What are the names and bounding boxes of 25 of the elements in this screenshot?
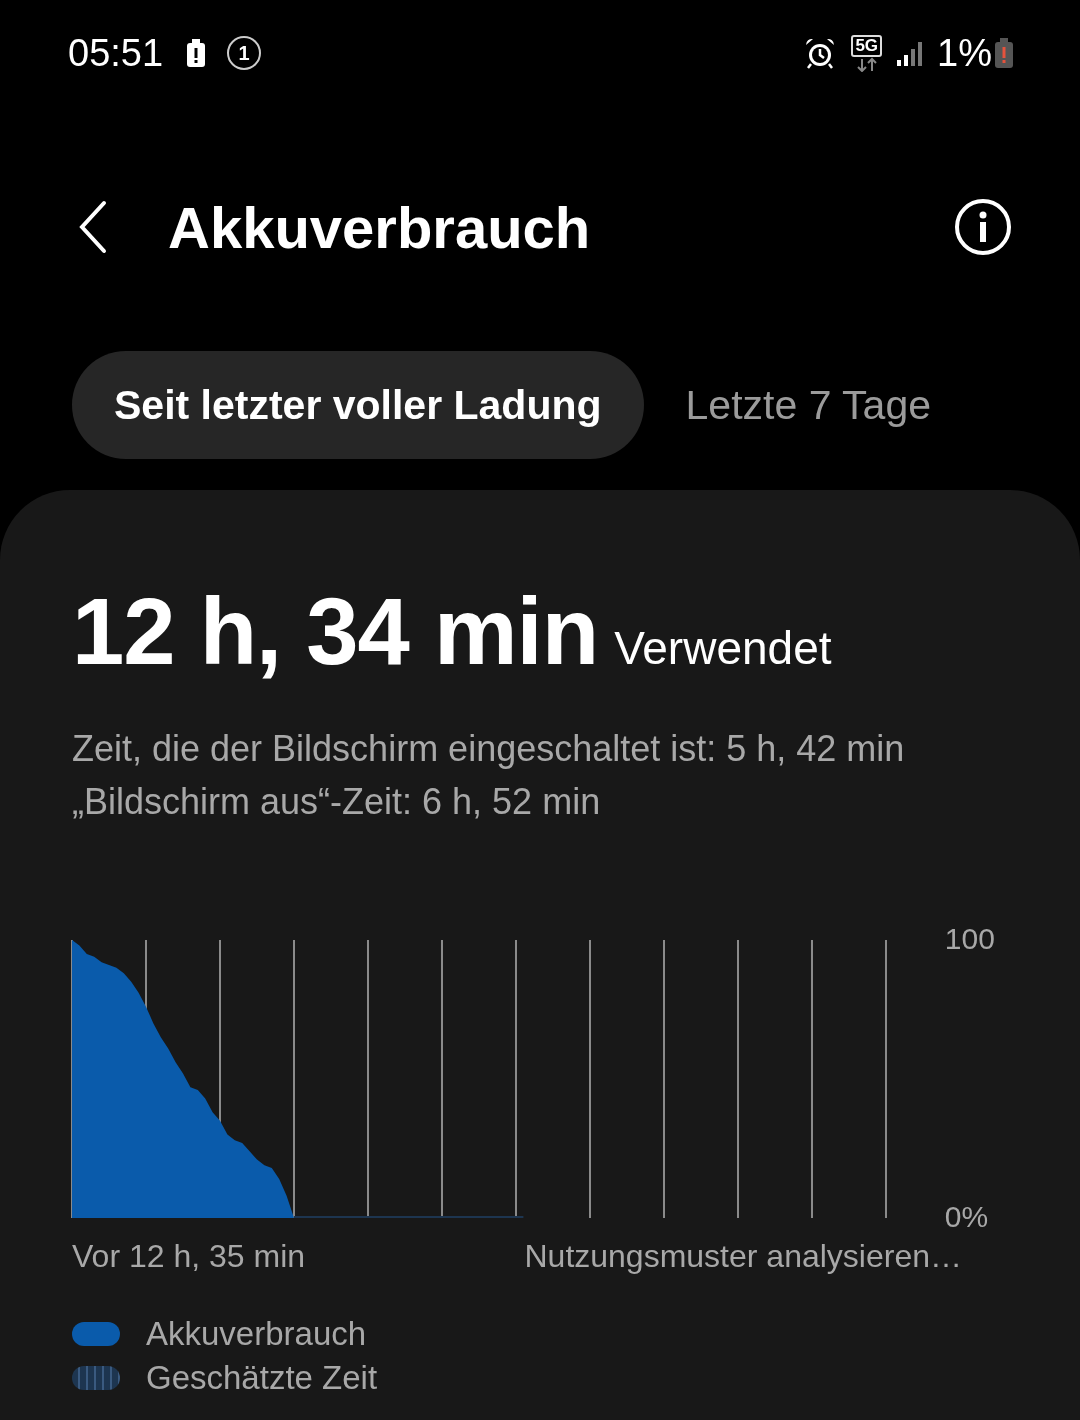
axis-label: 100 [944,922,995,956]
legend-swatch [72,1322,120,1346]
info-button[interactable] [954,198,1012,256]
usage-detail: Zeit, die der Bildschirm eingeschaltet ist: 5 h, 42 min [72,727,906,771]
screen-title: Akkuverbrauch [168,193,592,261]
signal-icon [896,39,924,67]
battery-percent: 1% [937,31,992,75]
info-icon [954,198,1012,256]
legend-label: Akkuverbrauch [146,1315,367,1353]
network-type: 5G [851,34,883,57]
period-tab[interactable]: Letzte 7 Tage [685,351,931,459]
analysis-status: Nutzungsmuster analysieren… [524,1238,962,1275]
battery-low-icon [994,37,1014,69]
data-arrows-icon [855,56,878,72]
notification-count: 1 [227,36,262,70]
usage-detail: „Bildschirm aus“-Zeit: 6 h, 52 min [72,780,602,824]
usage-label: Verwendet [614,621,832,675]
clock-time: 05:51 [68,31,164,75]
legend-label: Geschätzte Zeit [146,1359,378,1397]
axis-label: 0% [944,1200,989,1234]
period-tab[interactable]: Seit letzter voller Ladung [72,351,644,459]
usage-duration: 12 h, 34 min [72,578,599,686]
battery-alert-icon [185,38,208,68]
axis-label: Vor 12 h, 35 min [72,1238,306,1275]
legend-swatch [72,1366,120,1390]
